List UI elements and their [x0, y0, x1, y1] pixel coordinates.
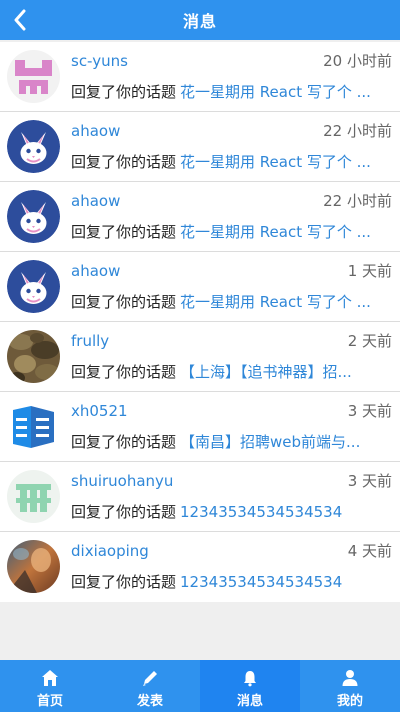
message-action: 回复了你的话题 [71, 293, 177, 311]
message-time: 2 天前 [347, 332, 392, 350]
tab-label: 首页 [36, 694, 63, 709]
chevron-left-icon [14, 9, 26, 31]
message-time: 1 天前 [347, 262, 392, 280]
blue-logo-avatar-icon [7, 400, 60, 453]
message-list: sc-yuns 20 小时前 回复了你的话题 花一星期用 React 写了个 ..… [0, 42, 400, 602]
pink-pixel-avatar-icon [7, 50, 60, 103]
message-item[interactable]: ahaow 22 小时前 回复了你的话题 花一星期用 React 写了个 ... [0, 182, 400, 252]
message-topic-link[interactable]: 【南昌】招聘web前端与... [180, 433, 360, 451]
message-username[interactable]: xh0521 [71, 401, 128, 421]
message-item[interactable]: shuiruohanyu 3 天前 回复了你的话题 123435345345345… [0, 462, 400, 532]
message-item[interactable]: frully 2 天前 回复了你的话题 【上海】【追书神器】招... [0, 322, 400, 392]
message-topic-link[interactable]: 12343534534534534 [180, 503, 342, 521]
message-text: 回复了你的话题 花一星期用 React 写了个 ... [71, 221, 392, 243]
message-username[interactable]: sc-yuns [71, 51, 128, 71]
message-time: 3 天前 [347, 402, 392, 420]
tab-home[interactable]: 首页 [0, 660, 100, 712]
message-action: 回复了你的话题 [71, 83, 177, 101]
message-username[interactable]: frully [71, 331, 109, 351]
message-time: 22 小时前 [323, 192, 392, 210]
tab-messages[interactable]: 消息 [200, 660, 300, 712]
header-bar: 消息 [0, 0, 400, 40]
message-action: 回复了你的话题 [71, 223, 177, 241]
avatar[interactable] [7, 50, 60, 103]
bell-icon [241, 669, 259, 687]
message-username[interactable]: ahaow [71, 191, 120, 211]
message-username[interactable]: dixiaoping [71, 541, 149, 561]
page-title: 消息 [182, 12, 217, 31]
message-time: 22 小时前 [323, 122, 392, 140]
message-text: 回复了你的话题 花一星期用 React 写了个 ... [71, 81, 392, 103]
message-text: 回复了你的话题 12343534534534534 [71, 571, 392, 593]
photo-avatar-icon [7, 540, 60, 593]
avatar[interactable] [7, 470, 60, 523]
home-icon [41, 669, 59, 687]
message-item[interactable]: xh0521 3 天前 回复了你的话题 【南昌】招聘web前端与... [0, 392, 400, 462]
tab-label: 消息 [236, 694, 263, 709]
message-action: 回复了你的话题 [71, 363, 177, 381]
message-time: 3 天前 [347, 472, 392, 490]
message-time: 4 天前 [347, 542, 392, 560]
message-text: 回复了你的话题 12343534534534534 [71, 501, 392, 523]
message-topic-link[interactable]: 【上海】【追书神器】招... [180, 363, 352, 381]
message-topic-link[interactable]: 花一星期用 React 写了个 ... [180, 223, 371, 241]
avatar[interactable] [7, 260, 60, 313]
message-item[interactable]: ahaow 1 天前 回复了你的话题 花一星期用 React 写了个 ... [0, 252, 400, 322]
message-topic-link[interactable]: 花一星期用 React 写了个 ... [180, 83, 371, 101]
message-item[interactable]: dixiaoping 4 天前 回复了你的话题 12343534534534534 [0, 532, 400, 602]
tab-label: 我的 [336, 694, 363, 709]
camo-avatar-icon [7, 330, 60, 383]
message-text: 回复了你的话题 【上海】【追书神器】招... [71, 361, 392, 383]
avatar[interactable] [7, 540, 60, 593]
message-text: 回复了你的话题 【南昌】招聘web前端与... [71, 431, 392, 453]
bottom-tab-bar: 首页 发表 消息 我的 [0, 660, 400, 712]
message-username[interactable]: ahaow [71, 261, 120, 281]
message-action: 回复了你的话题 [71, 153, 177, 171]
green-pixel-avatar-icon [7, 470, 60, 523]
message-topic-link[interactable]: 花一星期用 React 写了个 ... [180, 293, 371, 311]
message-text: 回复了你的话题 花一星期用 React 写了个 ... [71, 291, 392, 313]
message-username[interactable]: shuiruohanyu [71, 471, 173, 491]
tab-label: 发表 [136, 694, 163, 709]
tab-publish[interactable]: 发表 [100, 660, 200, 712]
message-topic-link[interactable]: 花一星期用 React 写了个 ... [180, 153, 371, 171]
tab-profile[interactable]: 我的 [300, 660, 400, 712]
message-action: 回复了你的话题 [71, 433, 177, 451]
avatar[interactable] [7, 330, 60, 383]
back-button[interactable] [6, 6, 34, 34]
message-topic-link[interactable]: 12343534534534534 [180, 573, 342, 591]
message-item[interactable]: ahaow 22 小时前 回复了你的话题 花一星期用 React 写了个 ... [0, 112, 400, 182]
message-action: 回复了你的话题 [71, 503, 177, 521]
bunny-avatar-icon [7, 190, 60, 243]
avatar[interactable] [7, 400, 60, 453]
message-item[interactable]: sc-yuns 20 小时前 回复了你的话题 花一星期用 React 写了个 ..… [0, 42, 400, 112]
bunny-avatar-icon [7, 120, 60, 173]
message-action: 回复了你的话题 [71, 573, 177, 591]
avatar[interactable] [7, 120, 60, 173]
user-icon [341, 669, 359, 687]
message-text: 回复了你的话题 花一星期用 React 写了个 ... [71, 151, 392, 173]
message-time: 20 小时前 [323, 52, 392, 70]
bunny-avatar-icon [7, 260, 60, 313]
avatar[interactable] [7, 190, 60, 243]
pencil-icon [141, 669, 159, 687]
message-username[interactable]: ahaow [71, 121, 120, 141]
